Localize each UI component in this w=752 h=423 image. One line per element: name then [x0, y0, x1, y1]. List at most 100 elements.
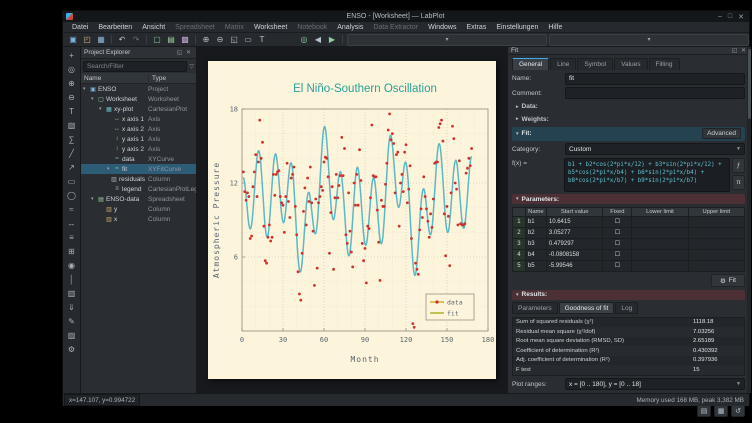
side-toolbar-icon[interactable]: ⚙: [65, 343, 78, 356]
name-field[interactable]: fit: [565, 73, 745, 85]
side-toolbar-icon[interactable]: ◯: [65, 189, 78, 202]
toolbar-icon[interactable]: ▶: [326, 34, 338, 46]
side-toolbar-icon[interactable]: ◉: [65, 259, 78, 272]
xy-plot[interactable]: 030609012015018061218El Niño-Southern Os…: [208, 61, 496, 379]
close-button[interactable]: ✕: [738, 13, 744, 21]
upper-limit-cell[interactable]: [688, 260, 744, 271]
weights-section-header[interactable]: ▸ Weights:: [512, 114, 745, 124]
toolbar-icon[interactable]: ▾: [347, 34, 547, 46]
side-toolbar-icon[interactable]: ⇓: [65, 301, 78, 314]
side-toolbar-icon[interactable]: ▥: [65, 287, 78, 300]
side-toolbar-icon[interactable]: ∑: [65, 133, 78, 146]
toolbar-icon[interactable]: ▩: [179, 34, 191, 46]
start-value-cell[interactable]: 10.6415: [546, 216, 603, 227]
tree-item[interactable]: ▥ y Column: [81, 204, 196, 214]
side-toolbar-icon[interactable]: ⊕: [65, 77, 78, 90]
dock-tab[interactable]: Symbol: [577, 58, 613, 70]
results-tab[interactable]: Log: [615, 302, 638, 314]
upper-limit-cell[interactable]: [688, 227, 744, 238]
toolbar-icon[interactable]: ◱: [228, 34, 240, 46]
worksheet-view[interactable]: 030609012015018061218El Niño-Southern Os…: [197, 47, 507, 393]
dock-tab[interactable]: Values: [614, 58, 647, 70]
fixed-checkbox[interactable]: ☐: [603, 260, 632, 271]
minimize-button[interactable]: –: [718, 13, 722, 21]
tree-item[interactable]: ▥ residuals Column: [81, 174, 196, 184]
menu-item[interactable]: Extras: [461, 24, 491, 31]
tree-item[interactable]: ↕ y axis 1 Axis: [81, 134, 196, 144]
toolbar-icon[interactable]: ↷: [130, 34, 142, 46]
tree-item[interactable]: ≡ legend CartesianPlotLegend: [81, 184, 196, 194]
menu-item[interactable]: Bearbeiten: [93, 24, 137, 31]
data-section-header[interactable]: ▸ Data:: [512, 102, 745, 112]
float-dock-icon[interactable]: ◱: [730, 47, 739, 54]
insert-constant-button[interactable]: π: [732, 175, 745, 190]
toolbar-icon[interactable]: [111, 35, 112, 44]
side-toolbar-icon[interactable]: ⊖: [65, 91, 78, 104]
lower-limit-cell[interactable]: [632, 227, 688, 238]
toolbar-icon[interactable]: ⊖: [214, 34, 226, 46]
tree-item[interactable]: ≈ data XYCurve: [81, 154, 196, 164]
toolbar-icon[interactable]: T: [256, 34, 268, 46]
fit-section-header[interactable]: ▾ Fit: Advanced: [512, 127, 745, 141]
side-toolbar-icon[interactable]: ≈: [65, 203, 78, 216]
menu-item[interactable]: Datei: [67, 24, 93, 31]
maximize-button[interactable]: □: [728, 13, 732, 21]
toolbar-icon[interactable]: ◎: [298, 34, 310, 46]
toolbar-icon[interactable]: ◰: [81, 34, 93, 46]
search-input[interactable]: Search/Filter: [83, 61, 187, 72]
tree-item[interactable]: ▾ ≈ fit XYFitCurve: [81, 164, 196, 174]
side-toolbar-icon[interactable]: ✎: [65, 315, 78, 328]
start-value-cell[interactable]: 0.479297: [546, 238, 603, 249]
side-toolbar-icon[interactable]: T: [65, 105, 78, 118]
dock-scrollbar[interactable]: [747, 47, 751, 393]
column-type[interactable]: Type: [149, 75, 196, 82]
toolbar-icon[interactable]: ↶: [116, 34, 128, 46]
side-toolbar-icon[interactable]: ↗: [65, 161, 78, 174]
side-toolbar-icon[interactable]: ▭: [65, 175, 78, 188]
results-section-header[interactable]: ▾ Results:: [512, 290, 745, 300]
worksheet-paper[interactable]: 030609012015018061218El Niño-Southern Os…: [208, 61, 496, 379]
start-value-cell[interactable]: -5.99546: [546, 260, 603, 271]
parameter-row[interactable]: 5 b5 -5.99546 ☐: [513, 260, 745, 271]
toolbar-icon[interactable]: [146, 35, 147, 44]
toolbar-icon[interactable]: ▭: [242, 34, 254, 46]
menu-item[interactable]: Hilfe: [543, 24, 567, 31]
parameter-row[interactable]: 3 b3 0.479297 ☐: [513, 238, 745, 249]
side-toolbar-icon[interactable]: ◎: [65, 63, 78, 76]
toolbar-icon[interactable]: [342, 35, 343, 44]
plot-ranges-combobox[interactable]: x = [0 .. 180], y = [0 .. 18] ▼: [565, 378, 745, 390]
formula-editor[interactable]: b1 + b2*cos(2*pi*x/12) + b3*sin(2*pi*x/1…: [564, 158, 730, 192]
side-toolbar-icon[interactable]: ↔: [65, 217, 78, 230]
tree-item[interactable]: ▾ ▣ ENSO Project: [81, 84, 196, 94]
lower-limit-cell[interactable]: [632, 216, 688, 227]
filter-icon[interactable]: ▽: [189, 63, 194, 70]
toolbar-icon[interactable]: [270, 34, 296, 46]
start-value-cell[interactable]: -0.0808158: [546, 249, 603, 260]
menu-item[interactable]: Einstellungen: [491, 24, 543, 31]
upper-limit-cell[interactable]: [688, 249, 744, 260]
tree-item[interactable]: ↔ x axis 2 Axis: [81, 124, 196, 134]
toolbar-icon[interactable]: ▣: [67, 34, 79, 46]
advanced-button[interactable]: Advanced: [702, 128, 741, 139]
dock-tab[interactable]: Filling: [649, 58, 680, 70]
menu-item[interactable]: Windows: [423, 24, 461, 31]
toolbar-icon[interactable]: ▤: [165, 34, 177, 46]
tree-item[interactable]: ▥ x Column: [81, 214, 196, 224]
parameter-row[interactable]: 1 b1 10.6415 ☐: [513, 216, 745, 227]
results-tab[interactable]: Goodness of fit: [559, 302, 615, 314]
menu-item[interactable]: Notebook: [292, 24, 332, 31]
parameter-row[interactable]: 4 b4 -0.0808158 ☐: [513, 249, 745, 260]
tree-item[interactable]: ▾ ▢ Worksheet Worksheet: [81, 94, 196, 104]
side-toolbar-icon[interactable]: ⊞: [65, 245, 78, 258]
fixed-checkbox[interactable]: ☐: [603, 249, 632, 260]
lower-limit-cell[interactable]: [632, 249, 688, 260]
tree-item[interactable]: ▾ ▤ ENSO-data Spreadsheet: [81, 194, 196, 204]
menu-item[interactable]: Spreadsheet: [170, 24, 220, 31]
parameter-row[interactable]: 2 b2 3.05277 ☐: [513, 227, 745, 238]
side-toolbar-icon[interactable]: ▧: [65, 119, 78, 132]
category-combobox[interactable]: Custom ▼: [565, 143, 745, 155]
side-toolbar-icon[interactable]: │: [65, 273, 78, 286]
fixed-checkbox[interactable]: ☐: [603, 216, 632, 227]
results-tab[interactable]: Parameters: [512, 302, 558, 314]
tree-item[interactable]: ↔ x axis 1 Axis: [81, 114, 196, 124]
